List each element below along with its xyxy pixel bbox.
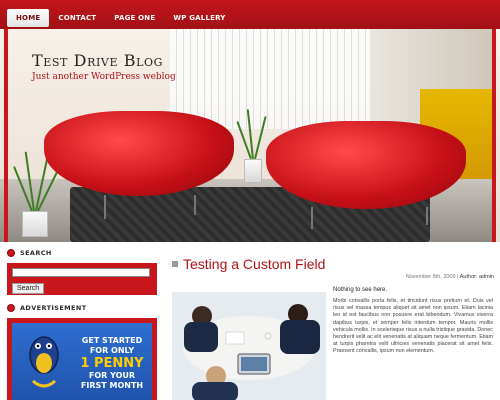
post-body: Nothing to see here. Morbi convallis por… [333, 287, 493, 356]
post-author[interactable]: Author: admin [460, 274, 494, 280]
post-text: Morbi convallis porta felis, et tincidun… [333, 298, 493, 355]
meeting-photo-icon [172, 292, 326, 400]
main-menu: HOME CONTACT PAGE ONE WP GALLERY [7, 9, 235, 27]
nav-item-home[interactable]: HOME [7, 9, 50, 27]
ad-image[interactable]: GET STARTED FOR ONLY 1 PENNY FOR YOUR FI… [12, 323, 152, 400]
nav-item-contact[interactable]: CONTACT [49, 9, 105, 27]
ad-copy: GET STARTED FOR ONLY 1 PENNY FOR YOUR FI… [74, 336, 150, 391]
header-banner: Test Drive Blog Just another WordPress w… [0, 29, 500, 242]
gator-mascot-icon [29, 336, 59, 388]
post-image [172, 292, 326, 400]
main-content: Testing a Custom Field November 8th, 200… [172, 256, 494, 400]
nav-item-page-one[interactable]: PAGE ONE [105, 9, 164, 27]
grey-square-icon [172, 261, 178, 267]
post-title[interactable]: Testing a Custom Field [183, 256, 325, 272]
ad-line-3: FOR YOUR [88, 371, 136, 380]
search-widget: Search [7, 263, 157, 295]
site-tagline: Just another WordPress weblog [32, 72, 176, 82]
advertisement-banner[interactable]: GET STARTED FOR ONLY 1 PENNY FOR YOUR FI… [7, 318, 157, 400]
post-date: November 8th, 2009 [405, 274, 456, 280]
nav-item-wp-gallery[interactable]: WP GALLERY [164, 9, 234, 27]
advertisement-widget-title: ADVERTISEMENT [7, 301, 159, 315]
search-input[interactable] [12, 268, 150, 277]
ad-highlight: 1 PENNY [80, 356, 144, 371]
search-button[interactable]: Search [12, 283, 45, 294]
post-header: Testing a Custom Field [172, 256, 494, 272]
advertisement-widget-heading: ADVERTISEMENT [20, 304, 87, 312]
sidebar: SEARCH Search ADVERTISEMENT GET STARTED … [7, 246, 159, 400]
site-title[interactable]: Test Drive Blog [32, 51, 176, 70]
post-meta: November 8th, 2009 | Author: admin [405, 274, 494, 280]
site-branding: Test Drive Blog Just another WordPress w… [32, 51, 176, 82]
red-circle-bullet-icon [7, 304, 15, 312]
red-circle-bullet-icon [7, 249, 15, 257]
post-lead: Nothing to see here. [333, 287, 388, 293]
ad-line-2: FOR ONLY [89, 346, 135, 355]
ad-line-4: FIRST MONTH [80, 381, 144, 390]
ad-line-1: GET STARTED [81, 336, 143, 345]
search-widget-title: SEARCH [7, 246, 159, 260]
search-widget-heading: SEARCH [20, 249, 52, 257]
